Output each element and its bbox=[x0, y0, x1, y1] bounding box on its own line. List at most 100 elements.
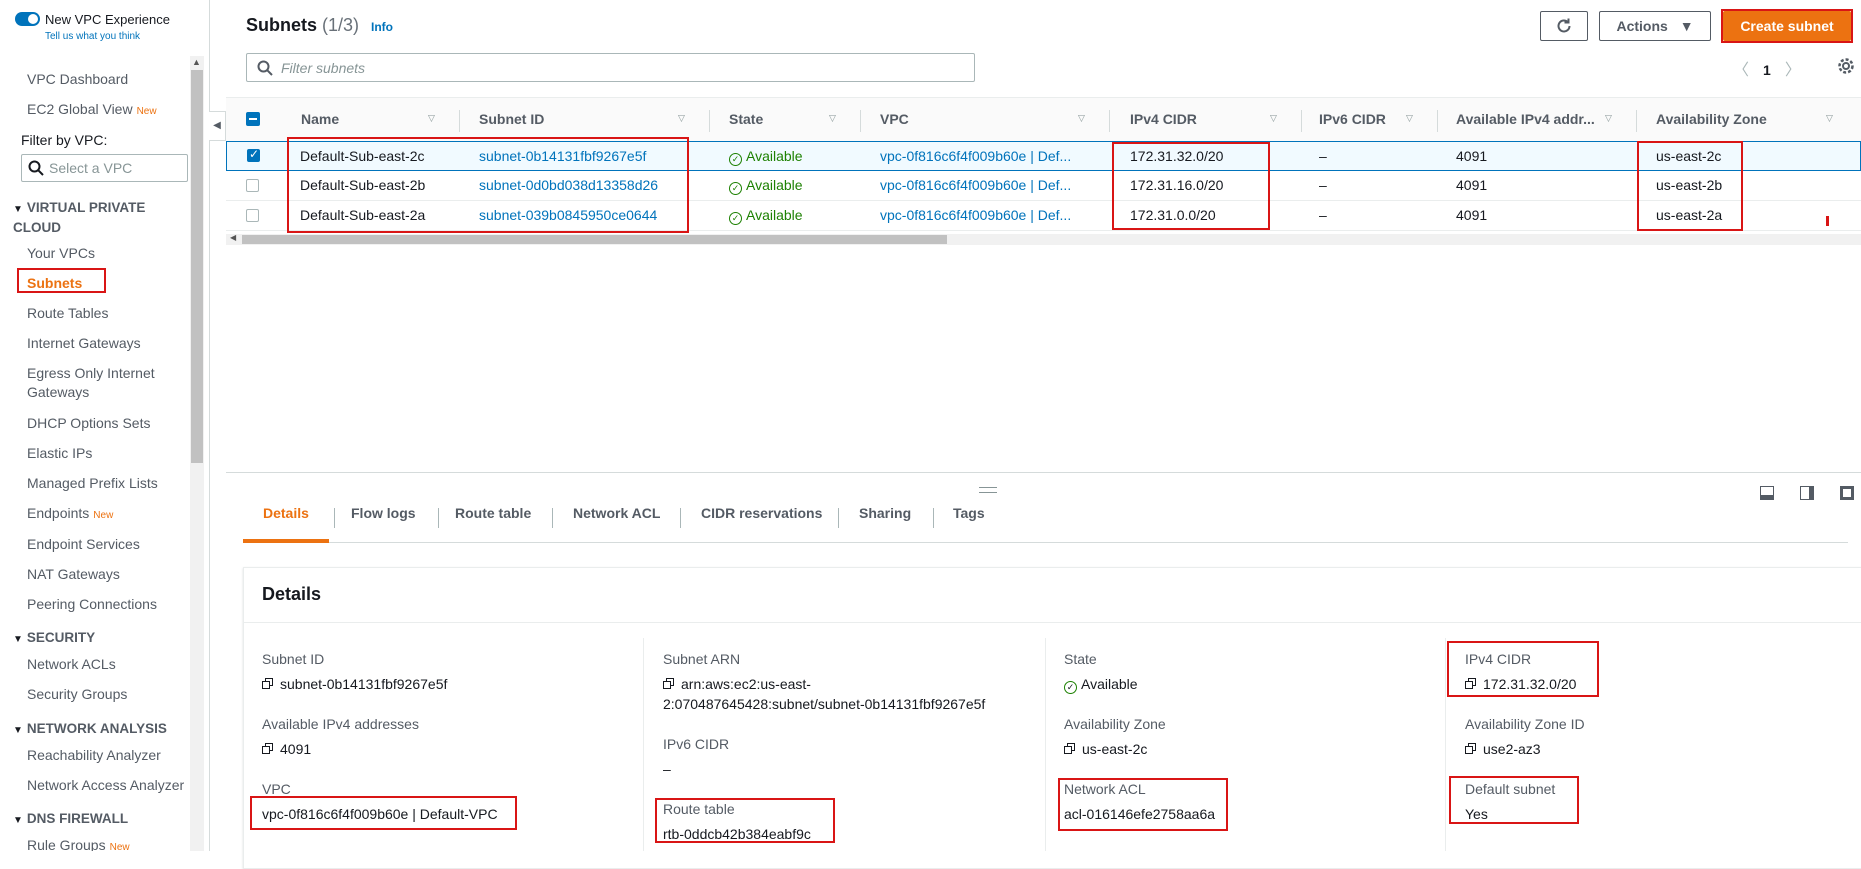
sidebar-item-vpc-dashboard[interactable]: VPC Dashboard bbox=[27, 70, 128, 89]
sort-icon[interactable]: ▽ bbox=[678, 113, 685, 124]
cell-subnet-id[interactable]: subnet-0d0bd038d13358d26 bbox=[479, 177, 658, 193]
sidebar-item-peering-connections[interactable]: Peering Connections bbox=[27, 595, 157, 614]
create-subnet-button[interactable]: Create subnet bbox=[1723, 11, 1851, 41]
row-checkbox[interactable] bbox=[246, 179, 259, 192]
column-header-name[interactable]: Name bbox=[301, 111, 339, 127]
sidebar-item-security-groups[interactable]: Security Groups bbox=[27, 685, 127, 704]
cell-vpc[interactable]: vpc-0f816c6f4f009b60e | Def... bbox=[880, 207, 1071, 223]
filter-subnets-input[interactable] bbox=[279, 57, 963, 79]
page-number[interactable]: 1 bbox=[1763, 62, 1771, 78]
split-panel-side-icon[interactable] bbox=[1800, 486, 1814, 500]
select-all-checkbox[interactable] bbox=[246, 112, 260, 126]
sidebar-item-nat-gateways[interactable]: NAT Gateways bbox=[27, 565, 120, 584]
sort-icon[interactable]: ▽ bbox=[1826, 113, 1833, 124]
check-circle-icon: ✓ bbox=[729, 182, 742, 195]
sidebar-item-internet-gateways[interactable]: Internet Gateways bbox=[27, 334, 141, 353]
actions-button[interactable]: Actions ▼ bbox=[1599, 11, 1711, 41]
copy-icon[interactable] bbox=[1465, 678, 1477, 690]
tab-route-table[interactable]: Route table bbox=[455, 505, 531, 521]
sidebar-item-endpoints[interactable]: Endpoints New bbox=[27, 504, 113, 525]
column-header-vpc[interactable]: VPC bbox=[880, 111, 909, 127]
section-security[interactable]: ▼ SECURITY bbox=[13, 629, 95, 649]
vpc-filter-select[interactable]: Select a VPC bbox=[21, 154, 188, 182]
column-separator bbox=[1437, 110, 1438, 132]
tab-cidr-reservations[interactable]: CIDR reservations bbox=[701, 505, 822, 521]
table-row[interactable]: Default-Sub-east-2c subnet-0b14131fbf926… bbox=[226, 141, 1861, 171]
sort-icon[interactable]: ▽ bbox=[1270, 113, 1277, 124]
sidebar-item-managed-prefix-lists[interactable]: Managed Prefix Lists bbox=[27, 474, 158, 493]
sidebar-item-route-tables[interactable]: Route Tables bbox=[27, 304, 108, 323]
sidebar-item-network-acls[interactable]: Network ACLs bbox=[27, 655, 116, 674]
vpc-link[interactable]: vpc-0f816c6f4f009b60e | Default-VPC bbox=[262, 806, 498, 822]
network-acl-link[interactable]: acl-016146efe2758aa6a bbox=[1064, 806, 1215, 822]
copy-icon[interactable] bbox=[262, 678, 274, 690]
sidebar-item-rule-groups[interactable]: Rule Groups New bbox=[27, 836, 130, 851]
column-header-ipv4-cidr[interactable]: IPv4 CIDR bbox=[1130, 111, 1197, 127]
sidebar-item-network-access-analyzer[interactable]: Network Access Analyzer bbox=[27, 776, 184, 795]
sidebar-scrollbar-thumb[interactable] bbox=[191, 70, 203, 463]
availability-zone-text: us-east-2c bbox=[1082, 741, 1148, 757]
cell-vpc[interactable]: vpc-0f816c6f4f009b60e | Def... bbox=[880, 148, 1071, 164]
drag-handle-icon[interactable] bbox=[979, 487, 997, 493]
row-checkbox[interactable] bbox=[246, 209, 259, 222]
refresh-button[interactable] bbox=[1540, 11, 1588, 41]
column-header-subnet-id[interactable]: Subnet ID bbox=[479, 111, 544, 127]
copy-icon[interactable] bbox=[1465, 743, 1477, 755]
row-checkbox[interactable] bbox=[247, 147, 260, 162]
copy-icon[interactable] bbox=[663, 678, 675, 690]
scroll-up-icon[interactable]: ▲ bbox=[192, 57, 201, 67]
sidebar-item-elastic-ips[interactable]: Elastic IPs bbox=[27, 444, 92, 463]
gear-icon[interactable] bbox=[1837, 57, 1855, 75]
tab-tags[interactable]: Tags bbox=[953, 505, 985, 521]
sidebar-item-subnets[interactable]: Subnets bbox=[27, 274, 82, 293]
column-header-availability-zone[interactable]: Availability Zone bbox=[1656, 111, 1767, 127]
copy-icon[interactable] bbox=[262, 743, 274, 755]
sort-icon[interactable]: ▽ bbox=[829, 113, 836, 124]
chevron-left-icon[interactable]: 〈 bbox=[1733, 62, 1749, 79]
sidebar-item-endpoint-services[interactable]: Endpoint Services bbox=[27, 535, 140, 554]
sort-icon[interactable]: ▽ bbox=[1605, 113, 1612, 124]
ipv4-cidr-value: 172.31.32.0/20 bbox=[1465, 676, 1576, 692]
split-panel-bottom-icon[interactable] bbox=[1760, 486, 1774, 500]
sidebar-item-reachability-analyzer[interactable]: Reachability Analyzer bbox=[27, 746, 161, 765]
feedback-link[interactable]: Tell us what you think bbox=[45, 31, 140, 42]
column-header-ipv6-cidr[interactable]: IPv6 CIDR bbox=[1319, 111, 1386, 127]
selection-count: (1/3) bbox=[322, 15, 360, 35]
tab-sharing[interactable]: Sharing bbox=[859, 505, 911, 521]
sort-icon[interactable]: ▽ bbox=[1406, 113, 1413, 124]
sidebar-item-dhcp-options[interactable]: DHCP Options Sets bbox=[27, 414, 150, 433]
filter-subnets[interactable] bbox=[246, 53, 975, 82]
section-virtual-private-cloud[interactable]: ▼ VIRTUAL PRIVATE CLOUD bbox=[13, 199, 163, 237]
cell-vpc[interactable]: vpc-0f816c6f4f009b60e | Def... bbox=[880, 177, 1071, 193]
new-vpc-experience-toggle[interactable] bbox=[15, 12, 40, 26]
tab-flow-logs[interactable]: Flow logs bbox=[351, 505, 416, 521]
section-dns-firewall[interactable]: ▼ DNS FIREWALL bbox=[13, 810, 128, 830]
new-badge: New bbox=[136, 106, 157, 117]
info-link[interactable]: Info bbox=[371, 20, 393, 34]
horizontal-scrollbar-thumb[interactable] bbox=[242, 235, 947, 244]
cell-subnet-id[interactable]: subnet-0b14131fbf9267e5f bbox=[479, 148, 646, 164]
section-network-analysis[interactable]: ▼ NETWORK ANALYSIS bbox=[13, 720, 167, 740]
sidebar-item-ec2-global-view[interactable]: EC2 Global View New bbox=[27, 100, 157, 121]
collapse-sidebar-button[interactable]: ◀ bbox=[209, 111, 226, 141]
cell-state: ✓ Available bbox=[729, 207, 803, 225]
tab-details[interactable]: Details bbox=[263, 505, 309, 521]
tab-network-acl[interactable]: Network ACL bbox=[573, 505, 660, 521]
chevron-right-icon[interactable]: 〉 bbox=[1785, 62, 1801, 79]
table-row[interactable]: Default-Sub-east-2a subnet-039b0845950ce… bbox=[226, 201, 1861, 231]
sidebar-item-your-vpcs[interactable]: Your VPCs bbox=[27, 244, 95, 263]
table-row[interactable]: Default-Sub-east-2b subnet-0d0bd038d1335… bbox=[226, 171, 1861, 201]
split-panel-full-icon[interactable] bbox=[1840, 486, 1854, 500]
availability-zone-label: Availability Zone bbox=[1064, 716, 1166, 732]
ipv6-cidr-label: IPv6 CIDR bbox=[663, 736, 730, 752]
cell-subnet-id[interactable]: subnet-039b0845950ce0644 bbox=[479, 207, 657, 223]
column-header-state[interactable]: State bbox=[729, 111, 763, 127]
state-text: Available bbox=[1081, 676, 1138, 692]
column-header-available-ipv4[interactable]: Available IPv4 addr... bbox=[1456, 111, 1595, 127]
sidebar-item-egress-only-gateways[interactable]: Egress Only Internet Gateways bbox=[27, 364, 155, 402]
route-table-link[interactable]: rtb-0ddcb42b384eabf9c bbox=[663, 826, 811, 842]
sort-icon[interactable]: ▽ bbox=[1078, 113, 1085, 124]
sort-icon[interactable]: ▽ bbox=[428, 113, 435, 124]
copy-icon[interactable] bbox=[1064, 743, 1076, 755]
scroll-left-icon[interactable]: ◀ bbox=[230, 233, 236, 242]
